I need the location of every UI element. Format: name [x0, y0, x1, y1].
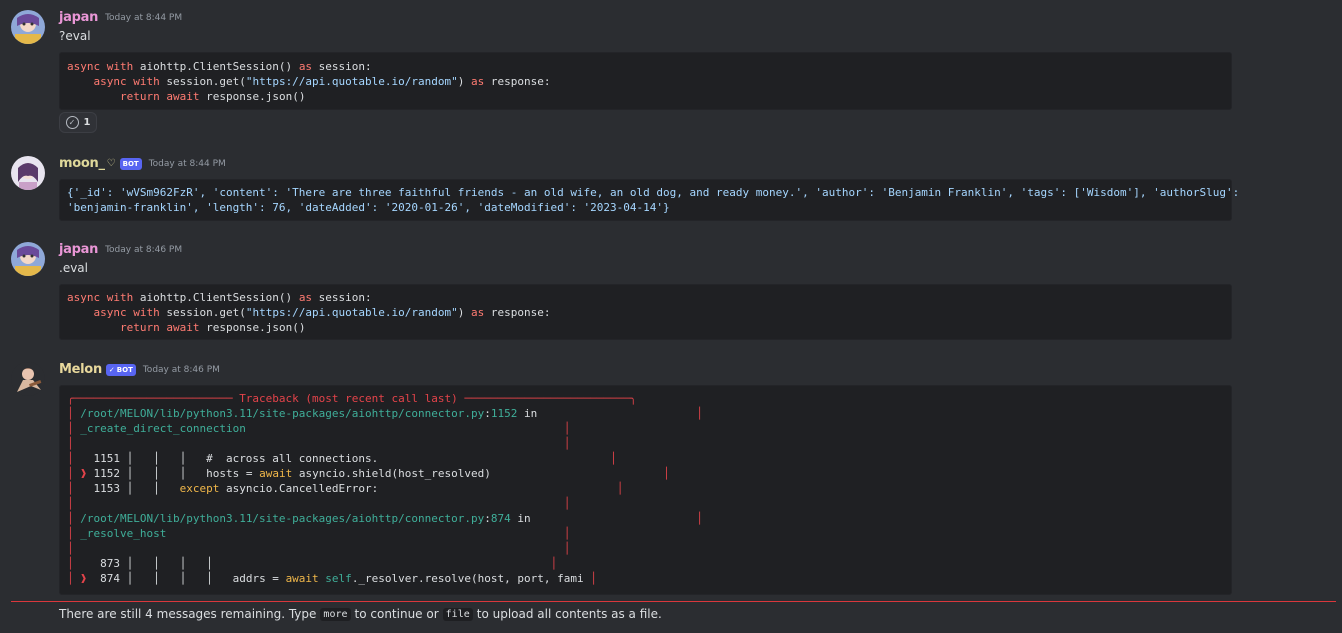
code-keyword: return: [119, 90, 160, 103]
scrollbar[interactable]: [1336, 0, 1342, 633]
username[interactable]: moon_: [59, 156, 105, 171]
code-row: 874 │ │ │ │ addrs =: [93, 572, 286, 585]
code-text: ): [457, 75, 471, 88]
timestamp: Today at 8:44 PM: [148, 158, 226, 169]
avatar[interactable]: [11, 156, 45, 190]
in-keyword: in: [523, 407, 538, 420]
file-path: /root/MELON/lib/python3.11/site-packages…: [80, 407, 485, 420]
function-name: _resolve_host: [80, 527, 167, 540]
code-keyword: as: [471, 306, 485, 319]
code-text: response:: [484, 75, 551, 88]
code-text: aiohttp.ClientSession(): [133, 291, 299, 304]
line-number: 874: [490, 512, 511, 525]
footer-text: There are still 4 messages remaining. Ty…: [59, 607, 317, 621]
inline-code-file: file: [442, 607, 473, 621]
reaction-count: 1: [83, 117, 91, 128]
code-text: asyncio.CancelledError:: [219, 482, 379, 495]
code-text: response.json(): [199, 90, 306, 103]
code-text: session.get(: [159, 306, 246, 319]
code-row: 1152 │ │ │ hosts =: [93, 467, 260, 480]
code-string: "https://api.quotable.io/random": [245, 306, 458, 319]
timestamp: Today at 8:44 PM: [105, 12, 183, 23]
timestamp: Today at 8:46 PM: [105, 244, 183, 255]
code-text: session:: [312, 60, 372, 73]
new-messages-divider: [11, 601, 1342, 602]
self-keyword: self: [318, 572, 352, 585]
code-keyword: await: [166, 321, 200, 334]
footer-text: to upload all contents as a file.: [476, 607, 662, 621]
code-text: aiohttp.ClientSession(): [133, 60, 299, 73]
username[interactable]: Melon: [59, 362, 102, 377]
code-row: 1153 │ │: [73, 482, 180, 495]
message-text: .eval: [59, 261, 88, 275]
code-keyword: async with: [93, 306, 160, 319]
code-text: response:: [484, 306, 551, 319]
except-keyword: except: [179, 482, 220, 495]
file-path: /root/MELON/lib/python3.11/site-packages…: [80, 512, 485, 525]
inline-code-more: more: [320, 607, 351, 621]
avatar[interactable]: [11, 362, 45, 396]
code-row: 873 │ │ │ │: [73, 557, 213, 570]
timestamp: Today at 8:46 PM: [142, 364, 220, 375]
code-block: async with aiohttp.ClientSession() as se…: [59, 52, 1232, 110]
code-text: asyncio.shield(host_resolved): [292, 467, 491, 480]
code-text: session:: [312, 291, 372, 304]
code-row: 1151 │ │ │ # across all connections.: [73, 452, 379, 465]
code-text: session.get(: [159, 75, 246, 88]
bot-label: BOT: [122, 159, 139, 168]
footer-text: to continue or: [354, 607, 439, 621]
reaction-button[interactable]: ✓ 1: [59, 112, 97, 133]
bot-label: BOT: [116, 365, 133, 374]
code-keyword: async with: [93, 75, 160, 88]
await-keyword: await: [285, 572, 319, 585]
message-text: ?eval: [59, 29, 91, 43]
box-top-left: ╭────────────────────────: [67, 392, 240, 405]
await-keyword: await: [259, 467, 293, 480]
result-line: {'_id': 'wVSm962FzR', 'content': 'There …: [67, 186, 1240, 199]
box-top-right: ─────────────────────────╮: [457, 392, 637, 405]
code-text: response.json(): [199, 321, 306, 334]
code-block: {'_id': 'wVSm962FzR', 'content': 'There …: [59, 179, 1240, 221]
function-name: _create_direct_connection: [80, 422, 246, 435]
bot-badge: ✓ BOT: [105, 363, 136, 376]
footer-notice: There are still 4 messages remaining. Ty…: [59, 607, 662, 621]
verified-check-icon: ✓: [108, 365, 115, 374]
heart-icon: ♡: [106, 158, 116, 169]
in-keyword: in: [517, 512, 531, 525]
code-keyword: as: [298, 60, 313, 73]
code-string: "https://api.quotable.io/random": [245, 75, 458, 88]
username[interactable]: japan: [59, 10, 98, 25]
code-text: ): [457, 306, 471, 319]
code-keyword: as: [471, 75, 485, 88]
traceback-block: ╭──────────────────────── Traceback (mos…: [59, 385, 1232, 595]
code-keyword: return: [119, 321, 160, 334]
traceback-title: Traceback (most recent call last): [239, 392, 458, 405]
avatar[interactable]: [11, 10, 45, 44]
code-keyword: async with: [67, 291, 134, 304]
result-line: 'benjamin-franklin', 'length': 76, 'date…: [67, 201, 670, 214]
code-keyword: async with: [67, 60, 134, 73]
code-keyword: await: [166, 90, 200, 103]
line-number: 1152: [490, 407, 518, 420]
bot-badge: BOT: [119, 157, 142, 170]
code-keyword: as: [298, 291, 313, 304]
username[interactable]: japan: [59, 242, 98, 257]
avatar[interactable]: [11, 242, 45, 276]
checkmark-icon: ✓: [65, 116, 79, 129]
code-block: async with aiohttp.ClientSession() as se…: [59, 284, 1232, 340]
code-text: ._resolver.resolve(host, port, fami: [351, 572, 584, 585]
